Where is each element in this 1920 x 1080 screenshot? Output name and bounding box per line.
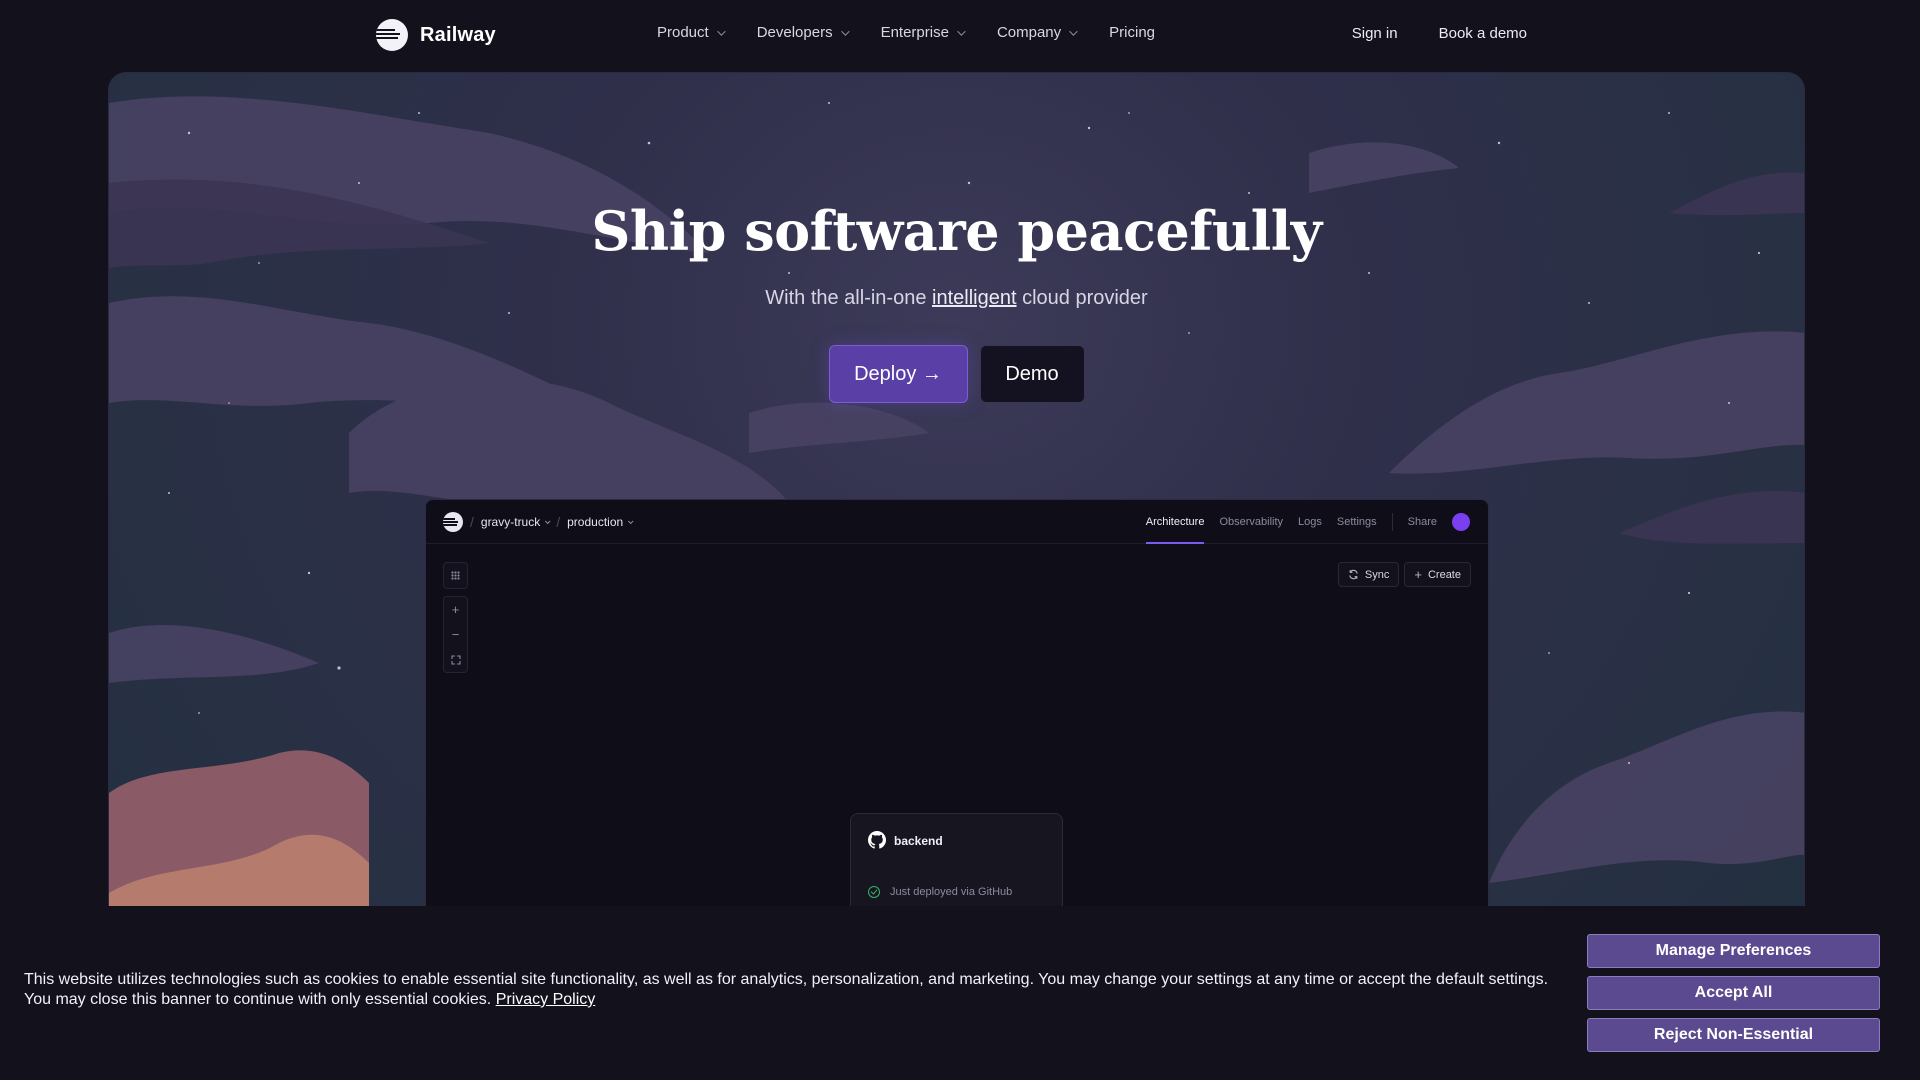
manage-preferences-button[interactable]: Manage Preferences [1587, 934, 1880, 968]
demo-button[interactable]: Demo [979, 345, 1085, 403]
nav-item-label: Product [657, 24, 709, 41]
book-demo-link[interactable]: Book a demo [1439, 25, 1527, 42]
railway-logo-icon [376, 19, 408, 51]
hero-subtitle: With the all-in-one intelligent cloud pr… [109, 287, 1804, 310]
sync-icon [1349, 569, 1358, 580]
service-name: backend [894, 834, 943, 848]
cookie-text: This website utilizes technologies such … [24, 971, 1549, 1008]
breadcrumb-separator: / [470, 514, 474, 530]
brand-name: Railway [420, 23, 496, 46]
grid-menu-button[interactable] [444, 563, 467, 588]
fit-view-button[interactable] [444, 647, 467, 672]
nav-item-company[interactable]: Company [996, 24, 1078, 41]
tab-settings[interactable]: Settings [1337, 500, 1377, 544]
zoom-controls: + − [443, 596, 468, 673]
breadcrumb-separator: / [556, 514, 561, 530]
minus-icon: − [451, 627, 460, 642]
dashboard-tabs: Architecture Observability Logs Settings… [1145, 500, 1470, 544]
chevron-down-icon [1069, 26, 1078, 36]
sync-label: Sync [1364, 568, 1390, 581]
deploy-button[interactable]: Deploy → [828, 345, 968, 403]
cookie-actions: Manage Preferences Accept All Reject Non… [1587, 934, 1880, 1052]
nav-item-label: Company [996, 24, 1062, 41]
intelligent-link[interactable]: intelligent [932, 287, 1017, 309]
accept-all-button[interactable]: Accept All [1587, 976, 1880, 1010]
nav-item-product[interactable]: Product [657, 24, 726, 41]
project-name: gravy-truck [480, 515, 541, 529]
nav-item-label: Developers [756, 24, 833, 41]
nav-item-label: Enterprise [880, 24, 949, 41]
create-button[interactable]: + Create [1404, 562, 1471, 587]
avatar[interactable] [1452, 513, 1470, 531]
share-button[interactable]: Share [1408, 500, 1437, 544]
tab-architecture[interactable]: Architecture [1145, 500, 1204, 544]
sync-button[interactable]: Sync [1337, 562, 1400, 587]
canvas-menu [443, 562, 468, 589]
nav-item-enterprise[interactable]: Enterprise [880, 24, 966, 41]
github-icon [868, 831, 886, 849]
nav-actions: Sign in Book a demo [1352, 25, 1527, 42]
plus-icon: + [451, 602, 460, 617]
main-menu: Product Developers Enterprise Company Pr… [657, 24, 1189, 41]
service-status: Just deployed via GitHub [868, 886, 1012, 898]
chevron-down-icon [840, 26, 850, 36]
canvas-actions: Sync + Create [1337, 562, 1471, 587]
privacy-policy-link[interactable]: Privacy Policy [496, 991, 596, 1008]
cookie-message: This website utilizes technologies such … [24, 970, 1564, 1010]
subtitle-text-after: cloud provider [1016, 287, 1148, 309]
divider [1391, 513, 1393, 531]
sign-in-link[interactable]: Sign in [1352, 25, 1398, 42]
breadcrumb: / gravy-truck / production [470, 514, 634, 530]
project-selector[interactable]: gravy-truck [480, 515, 551, 529]
zoom-out-button[interactable]: − [444, 622, 467, 647]
chevron-down-icon [628, 518, 634, 525]
subtitle-text-before: With the all-in-one [765, 287, 933, 309]
nav-item-developers[interactable]: Developers [756, 24, 850, 41]
create-label: Create [1427, 568, 1461, 581]
railway-logo-icon[interactable] [443, 512, 463, 532]
tab-observability[interactable]: Observability [1219, 500, 1283, 544]
top-nav: Railway Product Developers Enterprise Co… [0, 0, 1920, 72]
nav-item-label: Pricing [1109, 24, 1156, 41]
dashboard-topbar: / gravy-truck / production Architecture … [426, 500, 1488, 544]
environment-name: production [567, 515, 624, 529]
service-status-text: Just deployed via GitHub [890, 886, 1013, 898]
chevron-down-icon [716, 26, 726, 36]
nav-item-pricing[interactable]: Pricing [1109, 24, 1155, 41]
chevron-down-icon [957, 26, 966, 36]
chevron-down-icon [545, 518, 551, 525]
cookie-banner: This website utilizes technologies such … [0, 906, 1920, 1080]
reject-non-essential-button[interactable]: Reject Non-Essential [1587, 1018, 1880, 1052]
check-circle-icon [868, 886, 880, 898]
hero-cta-group: Deploy → Demo [109, 345, 1804, 403]
hero-title: Ship software peacefully [591, 199, 1322, 263]
zoom-in-button[interactable]: + [444, 597, 467, 622]
tab-logs[interactable]: Logs [1298, 500, 1322, 544]
environment-selector[interactable]: production [567, 515, 634, 529]
plus-icon: + [1414, 567, 1422, 582]
brand-home-link[interactable]: Railway [376, 19, 496, 51]
expand-icon [450, 654, 461, 665]
grid-icon [451, 571, 460, 580]
